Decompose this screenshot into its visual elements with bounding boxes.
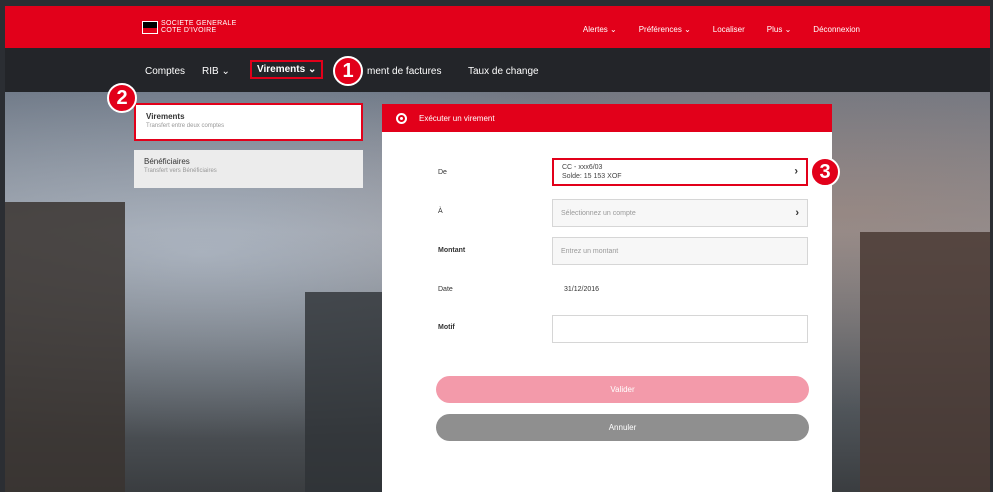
chevron-right-icon: › xyxy=(795,207,799,219)
nav-preferences[interactable]: Préférences ⌄ xyxy=(639,25,691,34)
label-montant: Montant xyxy=(438,247,466,254)
step-marker-3: 3 xyxy=(810,157,840,187)
label-date: Date xyxy=(438,286,453,293)
tab-rib[interactable]: RIB ⌄ xyxy=(202,66,230,77)
nav-localiser[interactable]: Localiser xyxy=(713,25,745,34)
step-marker-1: 1 xyxy=(333,56,363,86)
step-marker-2: 2 xyxy=(107,83,137,113)
label-motif: Motif xyxy=(438,324,455,331)
secondary-nav: Comptes RIB ⌄ Virements ⌄ ment de factur… xyxy=(5,48,990,92)
source-account-select[interactable]: CC - xxx6/03 Solde: 15 153 XOF › xyxy=(552,158,808,186)
sidebar-item-beneficiaires[interactable]: Bénéficiaires Transfert vers Bénéficiair… xyxy=(134,150,363,188)
label-de: De xyxy=(438,169,447,176)
nav-plus[interactable]: Plus ⌄ xyxy=(767,25,792,34)
bank-logo[interactable]: SOCIETE GENERALE COTE D'IVOIRE xyxy=(142,20,237,34)
tab-taux-change[interactable]: Taux de change xyxy=(468,66,539,77)
validate-button[interactable]: Valider xyxy=(436,376,809,403)
amount-input[interactable]: Entrez un montant xyxy=(552,237,808,265)
sidebar-item-virements[interactable]: Virements Transfert entre deux comptes xyxy=(134,103,363,141)
panel-header: Exécuter un virement xyxy=(382,104,832,132)
cancel-button[interactable]: Annuler xyxy=(436,414,809,441)
nav-deconnexion[interactable]: Déconnexion xyxy=(813,25,860,34)
top-nav: Alertes ⌄ Préférences ⌄ Localiser Plus ⌄… xyxy=(561,25,860,34)
panel-title: Exécuter un virement xyxy=(419,113,495,123)
nav-alertes[interactable]: Alertes ⌄ xyxy=(583,25,617,34)
gear-icon xyxy=(396,112,407,124)
date-value[interactable]: 31/12/2016 xyxy=(564,286,599,293)
motif-input[interactable] xyxy=(552,315,808,343)
label-a: À xyxy=(438,208,443,215)
destination-account-select[interactable]: Sélectionnez un compte › xyxy=(552,199,808,227)
top-header: SOCIETE GENERALE COTE D'IVOIRE Alertes ⌄… xyxy=(5,6,990,48)
transfer-panel: Exécuter un virement De CC - xxx6/03 Sol… xyxy=(382,104,832,492)
tab-comptes[interactable]: Comptes xyxy=(145,66,185,77)
tab-paiement-factures[interactable]: ment de factures xyxy=(367,66,441,77)
chevron-right-icon: › xyxy=(794,165,798,178)
logo-mark-icon xyxy=(142,20,158,34)
tab-virements[interactable]: Virements ⌄ xyxy=(250,60,324,79)
